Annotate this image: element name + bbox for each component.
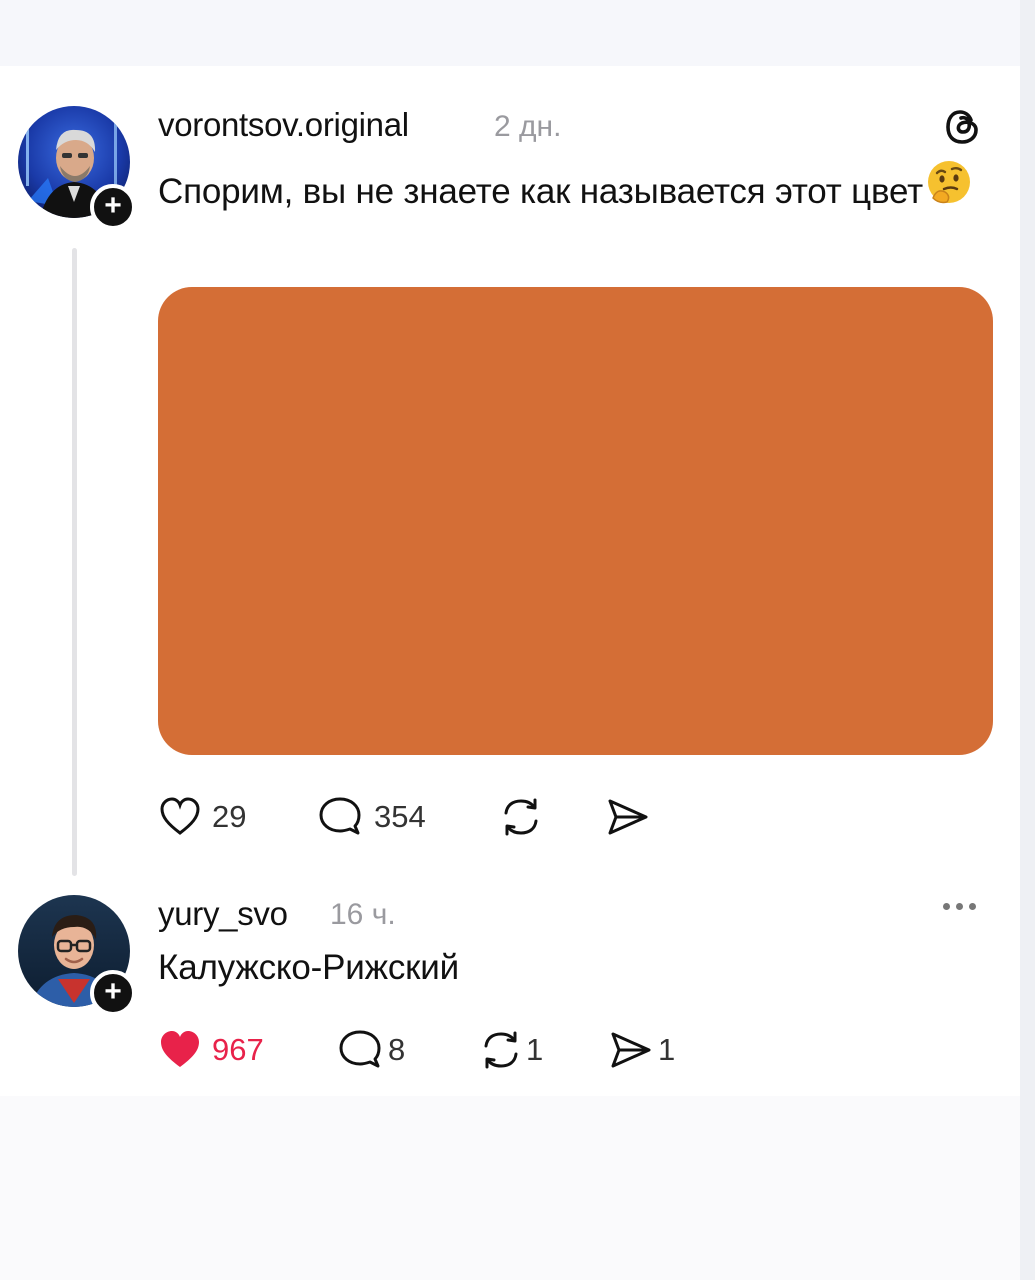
- post-text-content: Спорим, вы не знаете как называется этот…: [158, 172, 923, 211]
- post-comment-count: 354: [374, 799, 426, 834]
- threads-icon[interactable]: [942, 106, 984, 153]
- more-icon[interactable]: [943, 903, 976, 910]
- reply-comment-button[interactable]: 8: [336, 1028, 405, 1072]
- page-background: [0, 1096, 1020, 1280]
- send-icon: [611, 1032, 651, 1068]
- scroll-edge: [1020, 0, 1035, 1280]
- comment-icon: [319, 797, 361, 835]
- thinking-face-emoji: [925, 158, 973, 223]
- heart-icon: [160, 797, 200, 835]
- repost-icon: [484, 1031, 518, 1069]
- reply-share-count: 1: [658, 1032, 676, 1067]
- top-bar: [0, 0, 1020, 66]
- reply-share-button[interactable]: 1: [608, 1028, 675, 1072]
- follow-plus-icon[interactable]: +: [90, 184, 136, 230]
- reply-text: Калужско-Рижский: [158, 948, 459, 987]
- post-comment-button[interactable]: 354: [316, 795, 426, 839]
- reply-comment-count: 8: [388, 1032, 406, 1067]
- reply-time: 16 ч.: [330, 898, 396, 931]
- post-text: Спорим, вы не знаете как называется этот…: [158, 161, 978, 223]
- post-repost-button[interactable]: [498, 795, 544, 839]
- post-like-button[interactable]: 29: [158, 795, 246, 839]
- reply-author-username[interactable]: yury_svo: [158, 895, 288, 933]
- comment-icon: [339, 1030, 381, 1068]
- post-like-count: 29: [212, 799, 247, 834]
- reply-like-count: 967: [212, 1032, 264, 1067]
- post-time: 2 дн.: [494, 110, 562, 143]
- reply-repost-button[interactable]: 1: [478, 1028, 543, 1072]
- repost-icon: [504, 798, 538, 836]
- post-image-color-swatch[interactable]: [158, 287, 993, 755]
- heart-filled-icon: [161, 1031, 199, 1067]
- post-share-button[interactable]: [605, 795, 651, 839]
- thread-connector-line: [72, 248, 77, 876]
- reply-follow-plus-icon[interactable]: +: [90, 970, 136, 1016]
- reply-repost-count: 1: [526, 1032, 544, 1067]
- send-icon: [608, 799, 648, 835]
- post-author-username[interactable]: vorontsov.original: [158, 106, 409, 144]
- reply-like-button[interactable]: 967: [158, 1028, 264, 1072]
